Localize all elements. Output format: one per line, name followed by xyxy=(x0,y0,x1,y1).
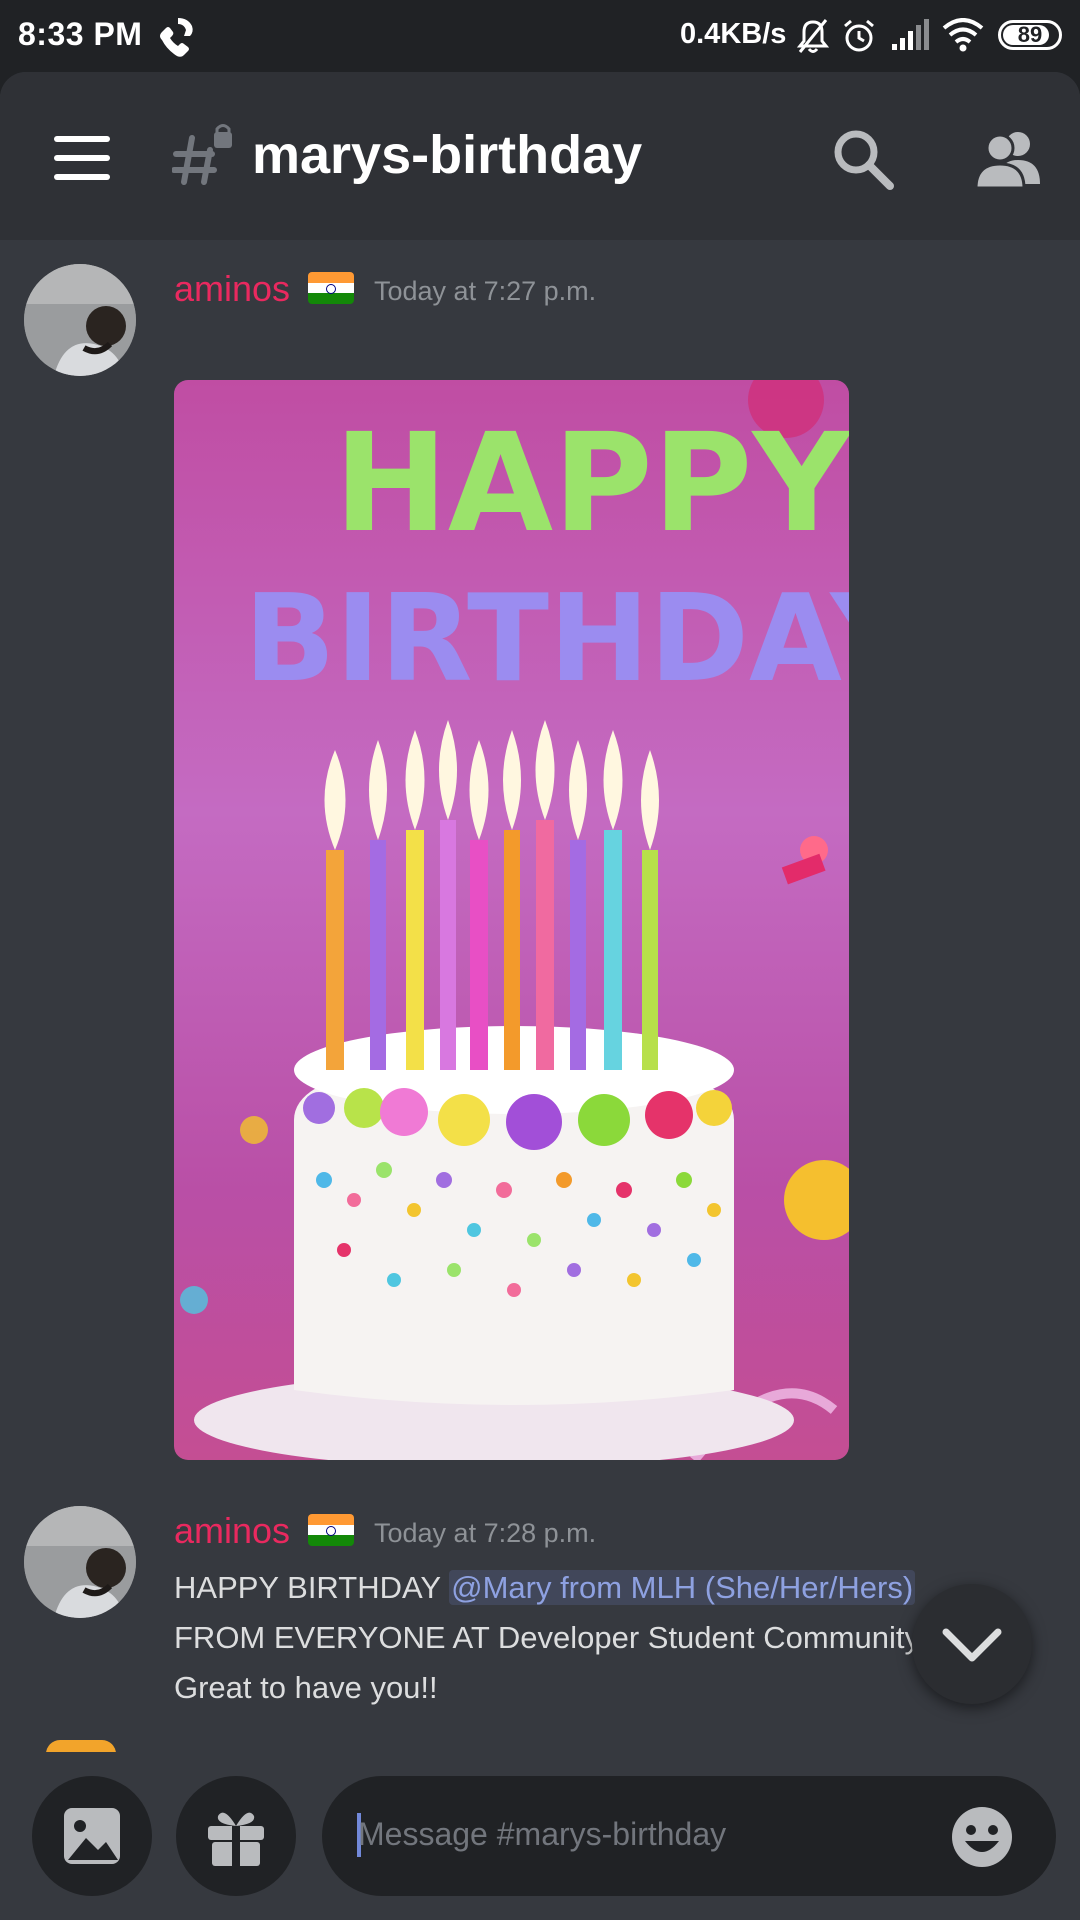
message-line: HAPPY BIRTHDAY @Mary from MLH (She/Her/H… xyxy=(174,1562,916,1614)
signal-icon xyxy=(892,19,929,50)
status-bar: 8:33 PM 0.4KB/s 89 xyxy=(0,0,1080,72)
gift-icon xyxy=(208,1812,264,1866)
message-author[interactable]: aminos xyxy=(174,1510,290,1552)
search-icon[interactable] xyxy=(832,128,896,192)
birthday-gif[interactable]: HAPPY BIRTHDAY xyxy=(174,380,849,1460)
user-mention[interactable]: @Mary from MLH (She/Her/Hers) xyxy=(449,1570,916,1605)
chat-panel: marys-birthday aminos Today at 7:27 p.m. xyxy=(0,72,1080,1920)
gif-text-happy: HAPPY xyxy=(334,405,849,563)
locked-channel-hash-icon xyxy=(172,124,232,185)
message-text: HAPPY BIRTHDAY xyxy=(174,1570,450,1605)
avatar[interactable] xyxy=(24,264,136,376)
message-input-placeholder: Message #marys-birthday xyxy=(358,1816,727,1852)
mute-bell-icon xyxy=(796,19,830,53)
battery-icon: 89 xyxy=(998,20,1062,50)
channel-title: marys-birthday xyxy=(252,125,643,185)
message-line: FROM EVERYONE AT Developer Student Commu… xyxy=(174,1620,920,1655)
status-time: 8:33 PM xyxy=(18,16,143,52)
members-icon[interactable] xyxy=(974,128,1044,192)
birthday-cake-image: HAPPY BIRTHDAY xyxy=(180,380,849,1460)
avatar-photo xyxy=(24,1506,136,1618)
gift-button[interactable] xyxy=(176,1776,296,1896)
jump-to-present-button[interactable] xyxy=(912,1584,1032,1704)
avatar[interactable] xyxy=(24,1506,136,1618)
message-timestamp: Today at 7:27 p.m. xyxy=(374,276,597,306)
image-upload-button[interactable] xyxy=(32,1776,152,1896)
india-flag-icon xyxy=(308,1514,354,1546)
menu-icon[interactable] xyxy=(54,136,112,180)
alarm-icon xyxy=(844,19,874,52)
channel-header: marys-birthday xyxy=(0,72,1080,240)
message-line: Great to have you!! xyxy=(174,1670,438,1705)
gif-text-birthday: BIRTHDAY xyxy=(244,570,849,709)
message-author[interactable]: aminos xyxy=(174,268,290,310)
india-flag-icon xyxy=(308,272,354,304)
call-icon xyxy=(160,18,193,57)
network-speed: 0.4KB/s xyxy=(680,18,787,50)
wifi-icon xyxy=(942,18,984,52)
avatar-photo xyxy=(24,264,136,376)
chevron-down-icon xyxy=(942,1628,1002,1662)
image-icon xyxy=(64,1808,120,1864)
emoji-icon[interactable] xyxy=(950,1805,1014,1869)
message-timestamp: Today at 7:28 p.m. xyxy=(374,1518,597,1548)
battery-level: 89 xyxy=(1017,22,1043,47)
